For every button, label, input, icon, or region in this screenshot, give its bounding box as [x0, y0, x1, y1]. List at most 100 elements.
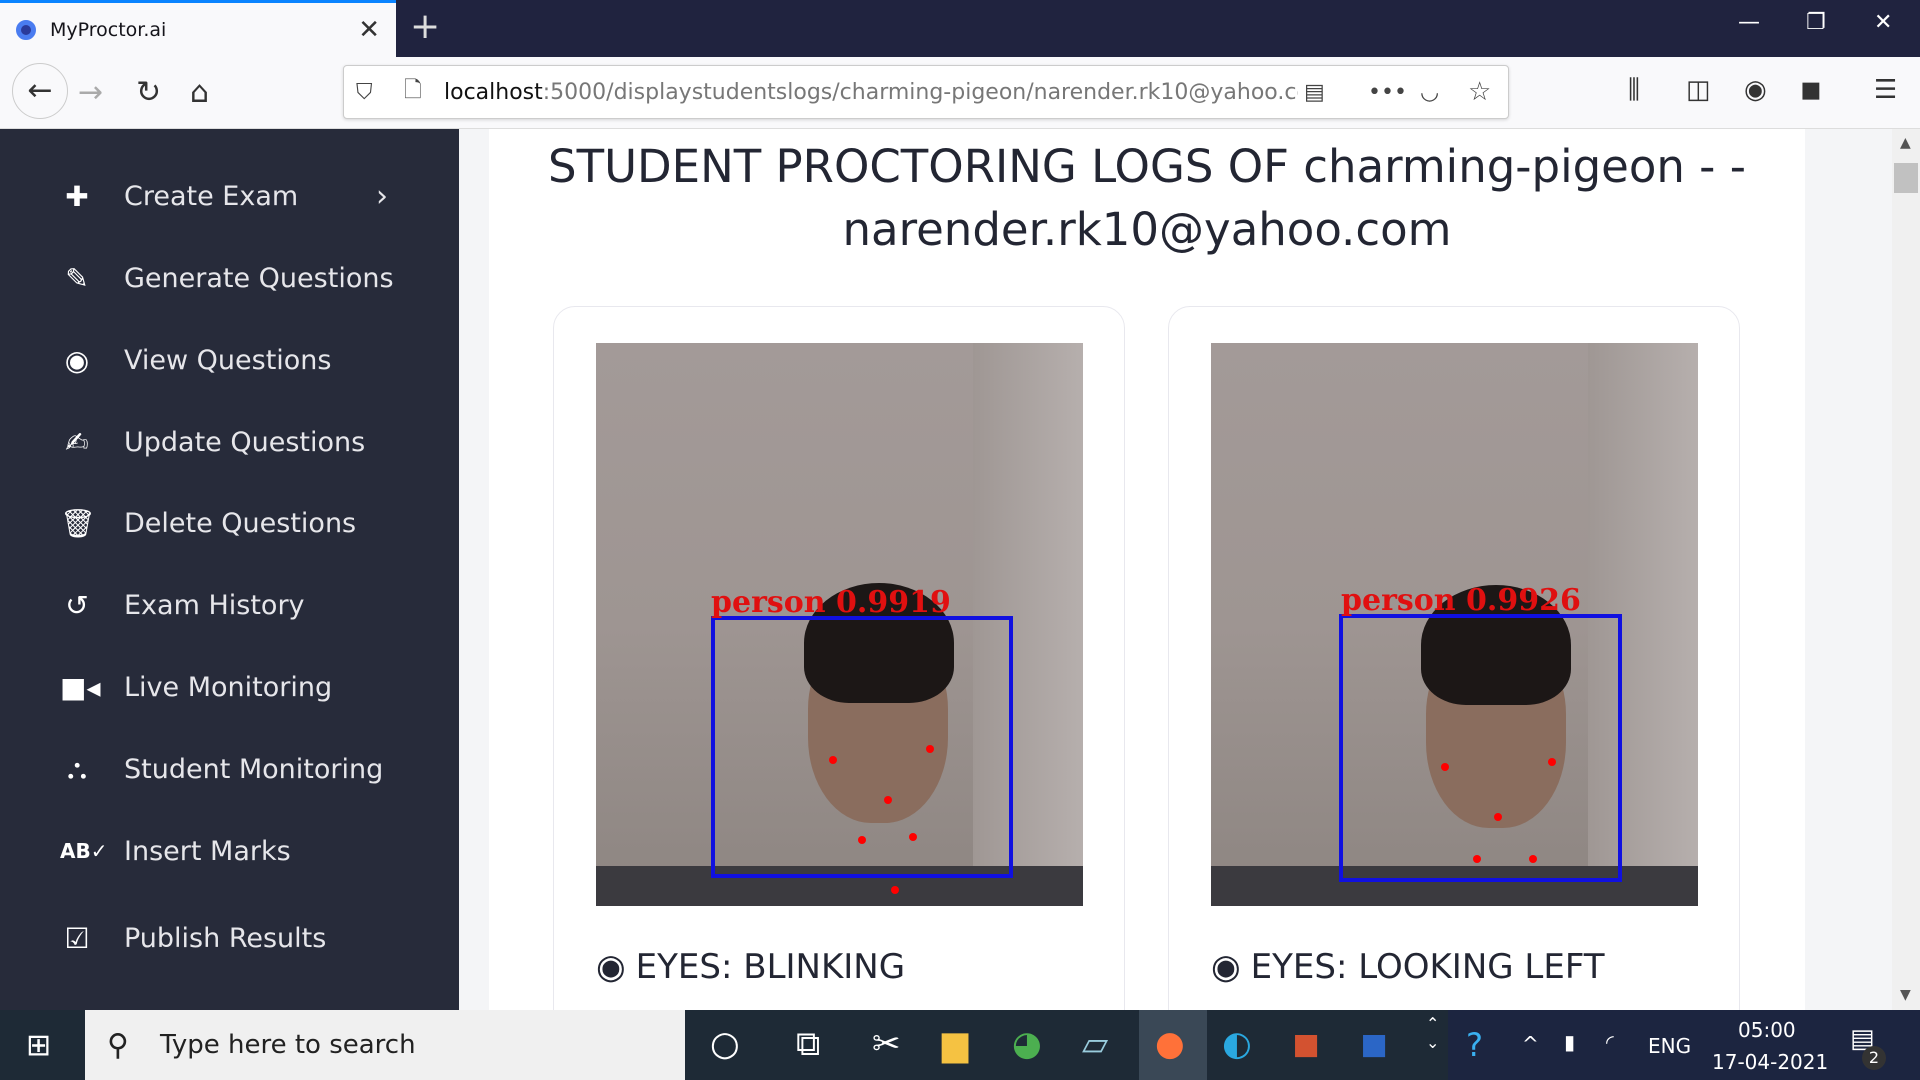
library-icon[interactable]: ⫼: [1628, 75, 1640, 106]
sidebar-item-live-monitoring[interactable]: ■◂ Live Monitoring: [0, 657, 459, 717]
url-path: :5000/displaystudentslogs/charming-pigeo…: [542, 79, 1309, 105]
minimize-button[interactable]: —: [1738, 10, 1760, 35]
sidebar-item-label: Publish Results: [124, 922, 327, 954]
show-hidden-icons[interactable]: ^: [1522, 1032, 1539, 1056]
reload-button[interactable]: ↻: [136, 75, 161, 110]
search-icon: ⚲: [107, 1027, 129, 1063]
taskbar-scroll-icon[interactable]: ⌃ ⌄: [1426, 1014, 1439, 1052]
favicon-icon: [16, 20, 36, 40]
sidebar-item-label: Create Exam: [124, 180, 299, 212]
notepad-icon[interactable]: ▱: [1082, 1024, 1108, 1064]
detection-box: [1339, 614, 1622, 882]
reader-view-icon[interactable]: ▤: [1298, 79, 1331, 105]
history-icon: ↺: [65, 588, 89, 622]
close-tab-icon[interactable]: ✕: [358, 15, 380, 45]
firefox-icon: ●: [1155, 1024, 1185, 1064]
tab-title: MyProctor.ai: [50, 19, 167, 41]
sidebar-item-student-monitoring[interactable]: ⛬ Student Monitoring: [0, 739, 459, 799]
taskbar-search[interactable]: ⚲ Type here to search: [85, 1010, 685, 1080]
video-icon: ■◂: [60, 670, 101, 704]
eye-icon: ◉: [64, 343, 90, 377]
edge-icon[interactable]: ◐: [1222, 1024, 1252, 1064]
taskbar: ⊞ ⚲ Type here to search ○ ⧉ ✂ ▆ ◕ ▱ ● ◐ …: [0, 1010, 1920, 1080]
chrome-icon[interactable]: ◕: [1012, 1024, 1042, 1064]
chevron-right-icon: ›: [376, 178, 388, 214]
url-bar[interactable]: ⛉ 🗋 localhost:5000/displaystudentslogs/c…: [343, 65, 1509, 119]
sidebar-item-label: Insert Marks: [124, 835, 291, 867]
search-placeholder: Type here to search: [160, 1030, 416, 1060]
account-icon[interactable]: ◉: [1744, 75, 1767, 105]
clock-date[interactable]: 17-04-2021: [1712, 1050, 1828, 1074]
shield-icon[interactable]: ⛉: [356, 80, 373, 105]
pocket-icon[interactable]: ◡: [1420, 80, 1439, 105]
task-view-icon[interactable]: ⧉: [796, 1024, 820, 1064]
microphone-icon[interactable]: ▮: [1564, 1030, 1575, 1054]
wifi-icon[interactable]: ◜: [1606, 1030, 1614, 1054]
log-card: person 0.9919 ◉ EYES: BLINKING: [553, 306, 1125, 1010]
menu-icon[interactable]: ☰: [1874, 75, 1897, 105]
trash-icon: 🗑: [60, 506, 96, 540]
sidebar: ✚ Create Exam › ✎ Generate Questions ◉ View …: [0, 129, 459, 1010]
home-button[interactable]: ⌂: [190, 75, 209, 110]
word-icon[interactable]: ◼: [1360, 1024, 1388, 1064]
language-indicator[interactable]: ENG: [1648, 1034, 1691, 1058]
sidebar-item-label: Live Monitoring: [124, 671, 333, 703]
firefox-taskbar-active[interactable]: ●: [1139, 1010, 1207, 1080]
spellcheck-icon: AB✓: [60, 839, 108, 863]
sidebar-item-insert-marks[interactable]: AB✓ Insert Marks: [0, 821, 459, 881]
sidebar-item-view-questions[interactable]: ◉ View Questions: [0, 330, 459, 390]
detection-label: person 0.9919: [711, 585, 951, 620]
sidebar-item-publish-results[interactable]: ☑ Publish Results: [0, 908, 459, 968]
magic-wand-icon: ✎: [65, 261, 89, 295]
eyes-status: EYES: LOOKING LEFT: [1250, 947, 1605, 987]
sidebar-toggle-icon[interactable]: ◫: [1686, 75, 1711, 105]
sidebar-item-label: Student Monitoring: [124, 753, 384, 785]
detection-label: person 0.9926: [1341, 583, 1581, 618]
help-icon[interactable]: ?: [1466, 1026, 1483, 1064]
eyes-status: EYES: BLINKING: [635, 947, 906, 987]
binoculars-icon: ⛬: [67, 752, 87, 785]
main-content: STUDENT PROCTORING LOGS OF charming-pige…: [489, 129, 1805, 1010]
more-icon[interactable]: •••: [1368, 79, 1407, 105]
sidebar-item-delete-questions[interactable]: 🗑 Delete Questions: [0, 493, 459, 553]
webcam-snapshot: person 0.9919: [596, 343, 1083, 906]
sidebar-item-update-questions[interactable]: ✍ Update Questions: [0, 412, 459, 472]
sidebar-item-create-exam[interactable]: ✚ Create Exam ›: [0, 166, 459, 226]
powerpoint-icon[interactable]: ◼: [1292, 1024, 1320, 1064]
cortana-icon[interactable]: ○: [710, 1024, 740, 1064]
scrollbar[interactable]: ▲ ▼: [1892, 129, 1920, 1010]
sidebar-item-label: Update Questions: [124, 426, 366, 458]
scrollbar-thumb[interactable]: [1894, 163, 1918, 193]
sidebar-item-label: Delete Questions: [124, 507, 357, 539]
edit-icon: ✍: [65, 425, 89, 459]
notification-count: 2: [1862, 1046, 1886, 1070]
sidebar-item-exam-history[interactable]: ↺ Exam History: [0, 575, 459, 635]
bookmark-star-icon[interactable]: ☆: [1468, 77, 1491, 107]
restore-button[interactable]: ❐: [1806, 10, 1826, 35]
file-explorer-icon[interactable]: ▆: [942, 1024, 968, 1064]
eye-icon: ◉: [596, 947, 626, 987]
page-icon: 🗋: [404, 78, 422, 103]
log-card: person 0.9926 ◉ EYES: LOOKING LEFT: [1168, 306, 1740, 1010]
forward-button[interactable]: →: [78, 75, 103, 110]
url-host: localhost: [444, 79, 543, 105]
back-button[interactable]: ←: [12, 63, 68, 119]
browser-tab[interactable]: MyProctor.ai ✕: [0, 0, 396, 57]
clock-time[interactable]: 05:00: [1738, 1018, 1796, 1042]
new-tab-button[interactable]: +: [410, 6, 440, 47]
extension-icon[interactable]: ◼: [1800, 75, 1822, 105]
snipping-tool-icon[interactable]: ✂: [872, 1024, 901, 1064]
close-window-button[interactable]: ✕: [1874, 10, 1892, 35]
clipboard-check-icon: ☑: [64, 921, 90, 955]
tab-bar: MyProctor.ai ✕ + — ❐ ✕: [0, 0, 1920, 57]
nav-bar: ← → ↻ ⌂ ⛉ 🗋 localhost:5000/displaystuden…: [0, 57, 1920, 129]
webcam-snapshot: person 0.9926: [1211, 343, 1698, 906]
eye-icon: ◉: [1211, 947, 1241, 987]
sidebar-item-label: Exam History: [124, 589, 305, 621]
page-title: STUDENT PROCTORING LOGS OF charming-pige…: [548, 140, 1746, 256]
sidebar-item-label: View Questions: [124, 344, 332, 376]
sidebar-item-label: Generate Questions: [124, 262, 394, 294]
plus-icon: ✚: [65, 179, 89, 213]
windows-start-icon[interactable]: ⊞: [26, 1028, 51, 1063]
sidebar-item-generate-questions[interactable]: ✎ Generate Questions: [0, 248, 459, 308]
